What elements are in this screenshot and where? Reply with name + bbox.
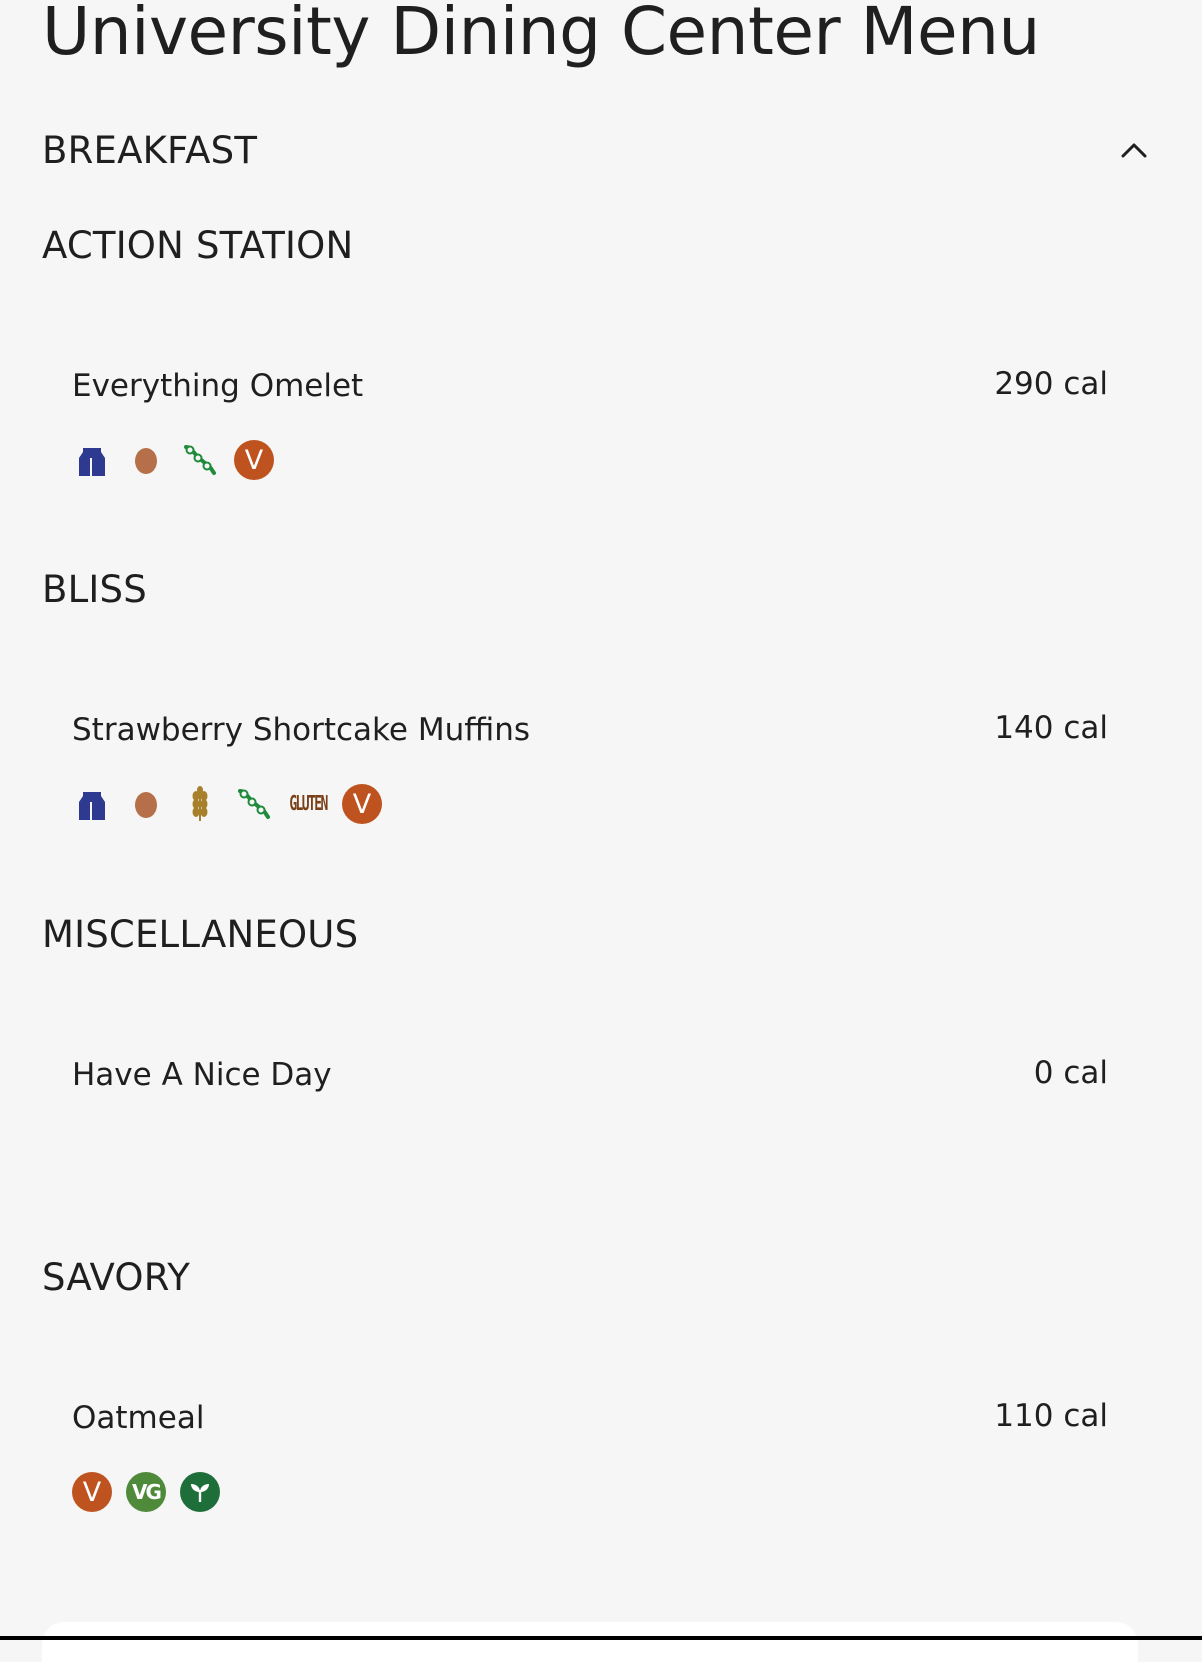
- gluten-icon: GLUTEN: [289, 792, 328, 816]
- milk-icon: [72, 784, 112, 824]
- item-name: Strawberry Shortcake Muffins: [72, 712, 530, 748]
- vegetarian-icon: V: [342, 784, 382, 824]
- bottom-card: [42, 1622, 1138, 1662]
- station-title: BLISS: [42, 568, 147, 611]
- chevron-up-icon[interactable]: [1108, 124, 1160, 176]
- soy-icon: [234, 784, 274, 824]
- egg-icon: [126, 784, 166, 824]
- bottom-border: [0, 1636, 1202, 1640]
- station-title: SAVORY: [42, 1256, 191, 1299]
- plant-based-icon: [180, 1472, 220, 1512]
- wheat-icon: [180, 784, 220, 824]
- station-title: MISCELLANEOUS: [42, 913, 359, 956]
- menu-item[interactable]: Everything Omelet 290 cal V: [72, 366, 1108, 480]
- vegetarian-icon: V: [234, 440, 274, 480]
- page-title: University Dining Center Menu: [42, 0, 1040, 70]
- vegetarian-icon: V: [72, 1472, 112, 1512]
- egg-icon: [126, 440, 166, 480]
- meal-title: BREAKFAST: [42, 128, 258, 172]
- meal-section-header-breakfast[interactable]: BREAKFAST: [42, 124, 1160, 176]
- vegan-icon: VG: [126, 1472, 166, 1512]
- milk-icon: [72, 440, 112, 480]
- item-name: Have A Nice Day: [72, 1057, 332, 1093]
- item-name: Everything Omelet: [72, 368, 364, 404]
- item-calories: 140 cal: [994, 710, 1108, 746]
- item-calories: 0 cal: [1033, 1055, 1108, 1091]
- item-calories: 290 cal: [994, 366, 1108, 402]
- item-calories: 110 cal: [994, 1398, 1108, 1434]
- menu-item[interactable]: Strawberry Shortcake Muffins 140 cal GLU…: [72, 710, 1108, 824]
- soy-icon: [180, 440, 220, 480]
- menu-item[interactable]: Have A Nice Day 0 cal: [72, 1055, 1108, 1095]
- menu-item[interactable]: Oatmeal 110 cal V VG: [72, 1398, 1108, 1512]
- station-title: ACTION STATION: [42, 224, 354, 267]
- item-name: Oatmeal: [72, 1400, 205, 1436]
